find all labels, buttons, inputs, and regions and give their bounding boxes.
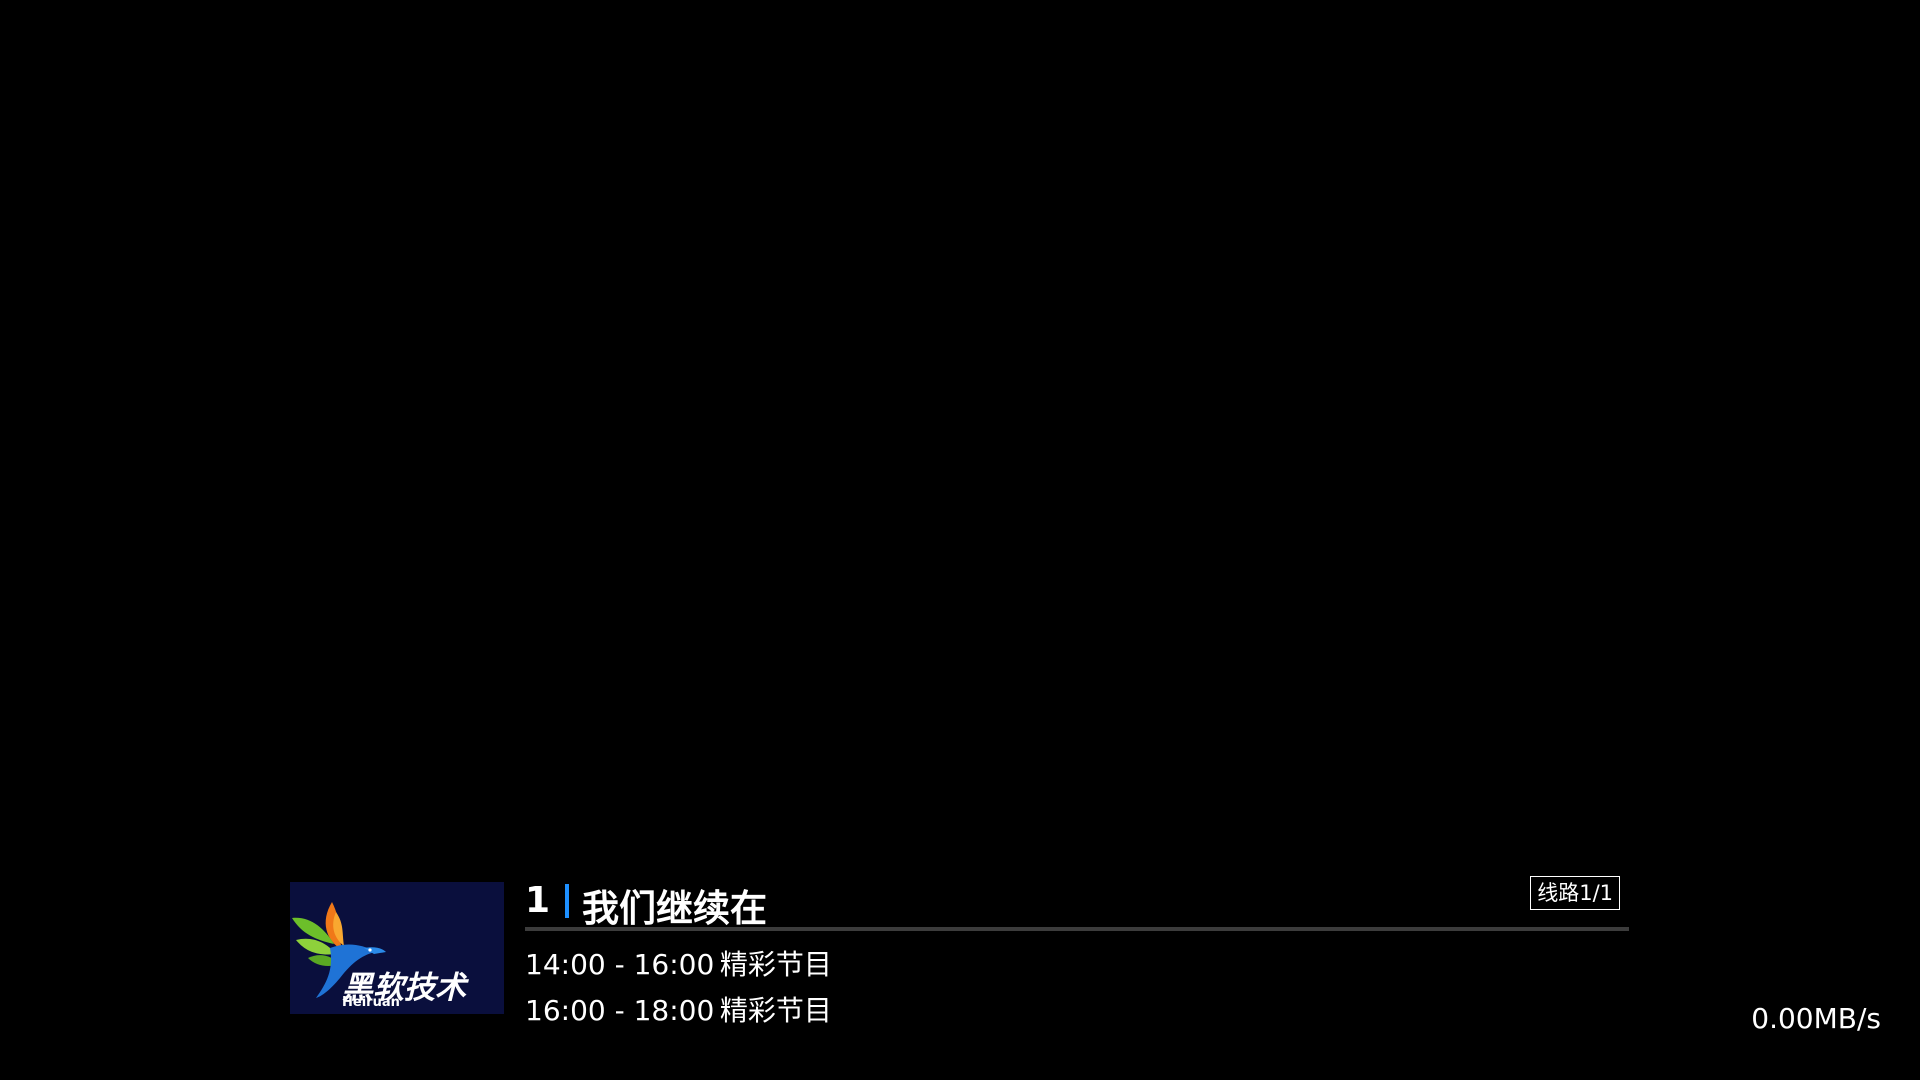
channel-logo: 黑软技术 Heiruan: [290, 882, 504, 1014]
channel-name: 我们继续在: [582, 887, 767, 930]
epg-time: 16:00 - 18:00: [525, 994, 715, 1027]
route-badge[interactable]: 线路1/1: [1530, 876, 1620, 910]
program-progress-bar: [525, 927, 1629, 931]
epg-title: 精彩节目: [719, 994, 832, 1027]
epg-list: 14:00 - 16:00 精彩节目 16:00 - 18:00 精彩节目: [525, 942, 1425, 1034]
channel-info-overlay: 黑软技术 Heiruan 1 我们继续在 线路1/1 14:00 - 16:00…: [290, 872, 1630, 1027]
logo-subtitle: Heiruan: [342, 995, 400, 1010]
channel-number-separator: [565, 884, 569, 918]
player-screen: 黑软技术 Heiruan 1 我们继续在 线路1/1 14:00 - 16:00…: [0, 0, 1920, 1080]
video-area[interactable]: [0, 0, 1920, 860]
network-speed: 0.00MB/s: [1751, 1002, 1881, 1035]
channel-header: 1 我们继续在 线路1/1: [525, 872, 1630, 932]
epg-time: 14:00 - 16:00: [525, 948, 715, 981]
channel-number: 1: [525, 880, 551, 921]
epg-item[interactable]: 14:00 - 16:00 精彩节目: [525, 942, 1425, 988]
epg-title: 精彩节目: [719, 948, 832, 981]
epg-item[interactable]: 16:00 - 18:00 精彩节目: [525, 988, 1425, 1034]
